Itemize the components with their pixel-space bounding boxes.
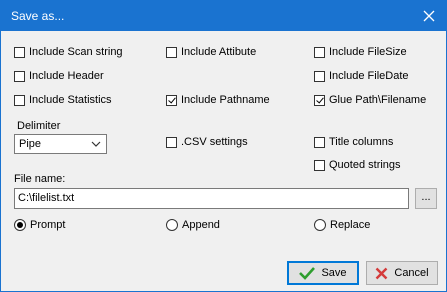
checkbox-label: Include Pathname (181, 94, 270, 106)
browse-button[interactable]: ... (415, 188, 437, 209)
include-statistics-checkbox[interactable]: Include Statistics (14, 92, 112, 108)
checkbox-box (314, 46, 325, 58)
checkbox-box-checked (166, 94, 177, 106)
dialog-title: Save as... (11, 9, 65, 23)
radio-circle (166, 219, 178, 231)
delimiter-select[interactable]: Pipe (14, 134, 107, 154)
checkbox-box (314, 159, 325, 171)
checkbox-label: Include Header (29, 70, 104, 82)
checkbox-box (166, 46, 177, 58)
cancel-button-label: Cancel (394, 267, 429, 279)
checkbox-label: Title columns (329, 136, 394, 148)
radio-replace[interactable]: Replace (314, 217, 370, 233)
checkbox-box (14, 46, 25, 58)
title-columns-checkbox[interactable]: Title columns (314, 134, 393, 150)
checkbox-box (14, 94, 25, 106)
radio-circle (314, 219, 326, 231)
cancel-button[interactable]: Cancel (366, 261, 438, 285)
checkbox-box (14, 70, 25, 82)
checkbox-label: Include Statistics (29, 94, 112, 106)
radio-append[interactable]: Append (166, 217, 220, 233)
checkmark-icon (299, 267, 316, 280)
include-filedate-checkbox[interactable]: Include FileDate (314, 68, 409, 84)
checkbox-label: Glue Path\Filename (329, 94, 427, 106)
checkbox-box (314, 136, 325, 148)
file-name-input[interactable]: C:\filelist.txt (14, 188, 409, 209)
glue-path-filename-checkbox[interactable]: Glue Path\Filename (314, 92, 426, 108)
radio-label: Replace (330, 219, 371, 231)
title-bar: Save as... (1, 1, 446, 31)
file-name-label: File name: (14, 173, 66, 185)
file-name-value: C:\filelist.txt (18, 192, 75, 204)
radio-label: Prompt (30, 219, 66, 231)
delimiter-label: Delimiter (17, 120, 61, 132)
radio-label: Append (182, 219, 220, 231)
checkbox-label: .CSV settings (181, 136, 248, 148)
include-attribute-checkbox[interactable]: Include Attibute (166, 44, 256, 60)
chevron-down-icon (91, 141, 101, 147)
save-button[interactable]: Save (287, 261, 359, 285)
checkbox-label: Include FileSize (329, 46, 407, 58)
checkbox-label: Include Attibute (181, 46, 257, 58)
include-filesize-checkbox[interactable]: Include FileSize (314, 44, 407, 60)
checkbox-box (166, 136, 177, 148)
save-button-label: Save (321, 267, 347, 279)
radio-circle-checked (14, 219, 26, 231)
checkbox-label: Quoted strings (329, 159, 401, 171)
include-scan-string-checkbox[interactable]: Include Scan string (14, 44, 123, 60)
include-pathname-checkbox[interactable]: Include Pathname (166, 92, 270, 108)
include-header-checkbox[interactable]: Include Header (14, 68, 104, 84)
checkbox-box (314, 70, 325, 82)
cancel-x-icon (376, 267, 388, 279)
close-icon (423, 10, 435, 22)
checkbox-label: Include Scan string (29, 46, 123, 58)
radio-prompt[interactable]: Prompt (14, 217, 65, 233)
close-button[interactable] (412, 1, 446, 31)
csv-settings-checkbox[interactable]: .CSV settings (166, 134, 248, 150)
delimiter-value: Pipe (19, 138, 42, 150)
save-as-dialog: Save as... Include Scan string Include H… (0, 0, 447, 292)
checkbox-box-checked (314, 94, 325, 106)
quoted-strings-checkbox[interactable]: Quoted strings (314, 157, 401, 173)
checkbox-label: Include FileDate (329, 70, 409, 82)
